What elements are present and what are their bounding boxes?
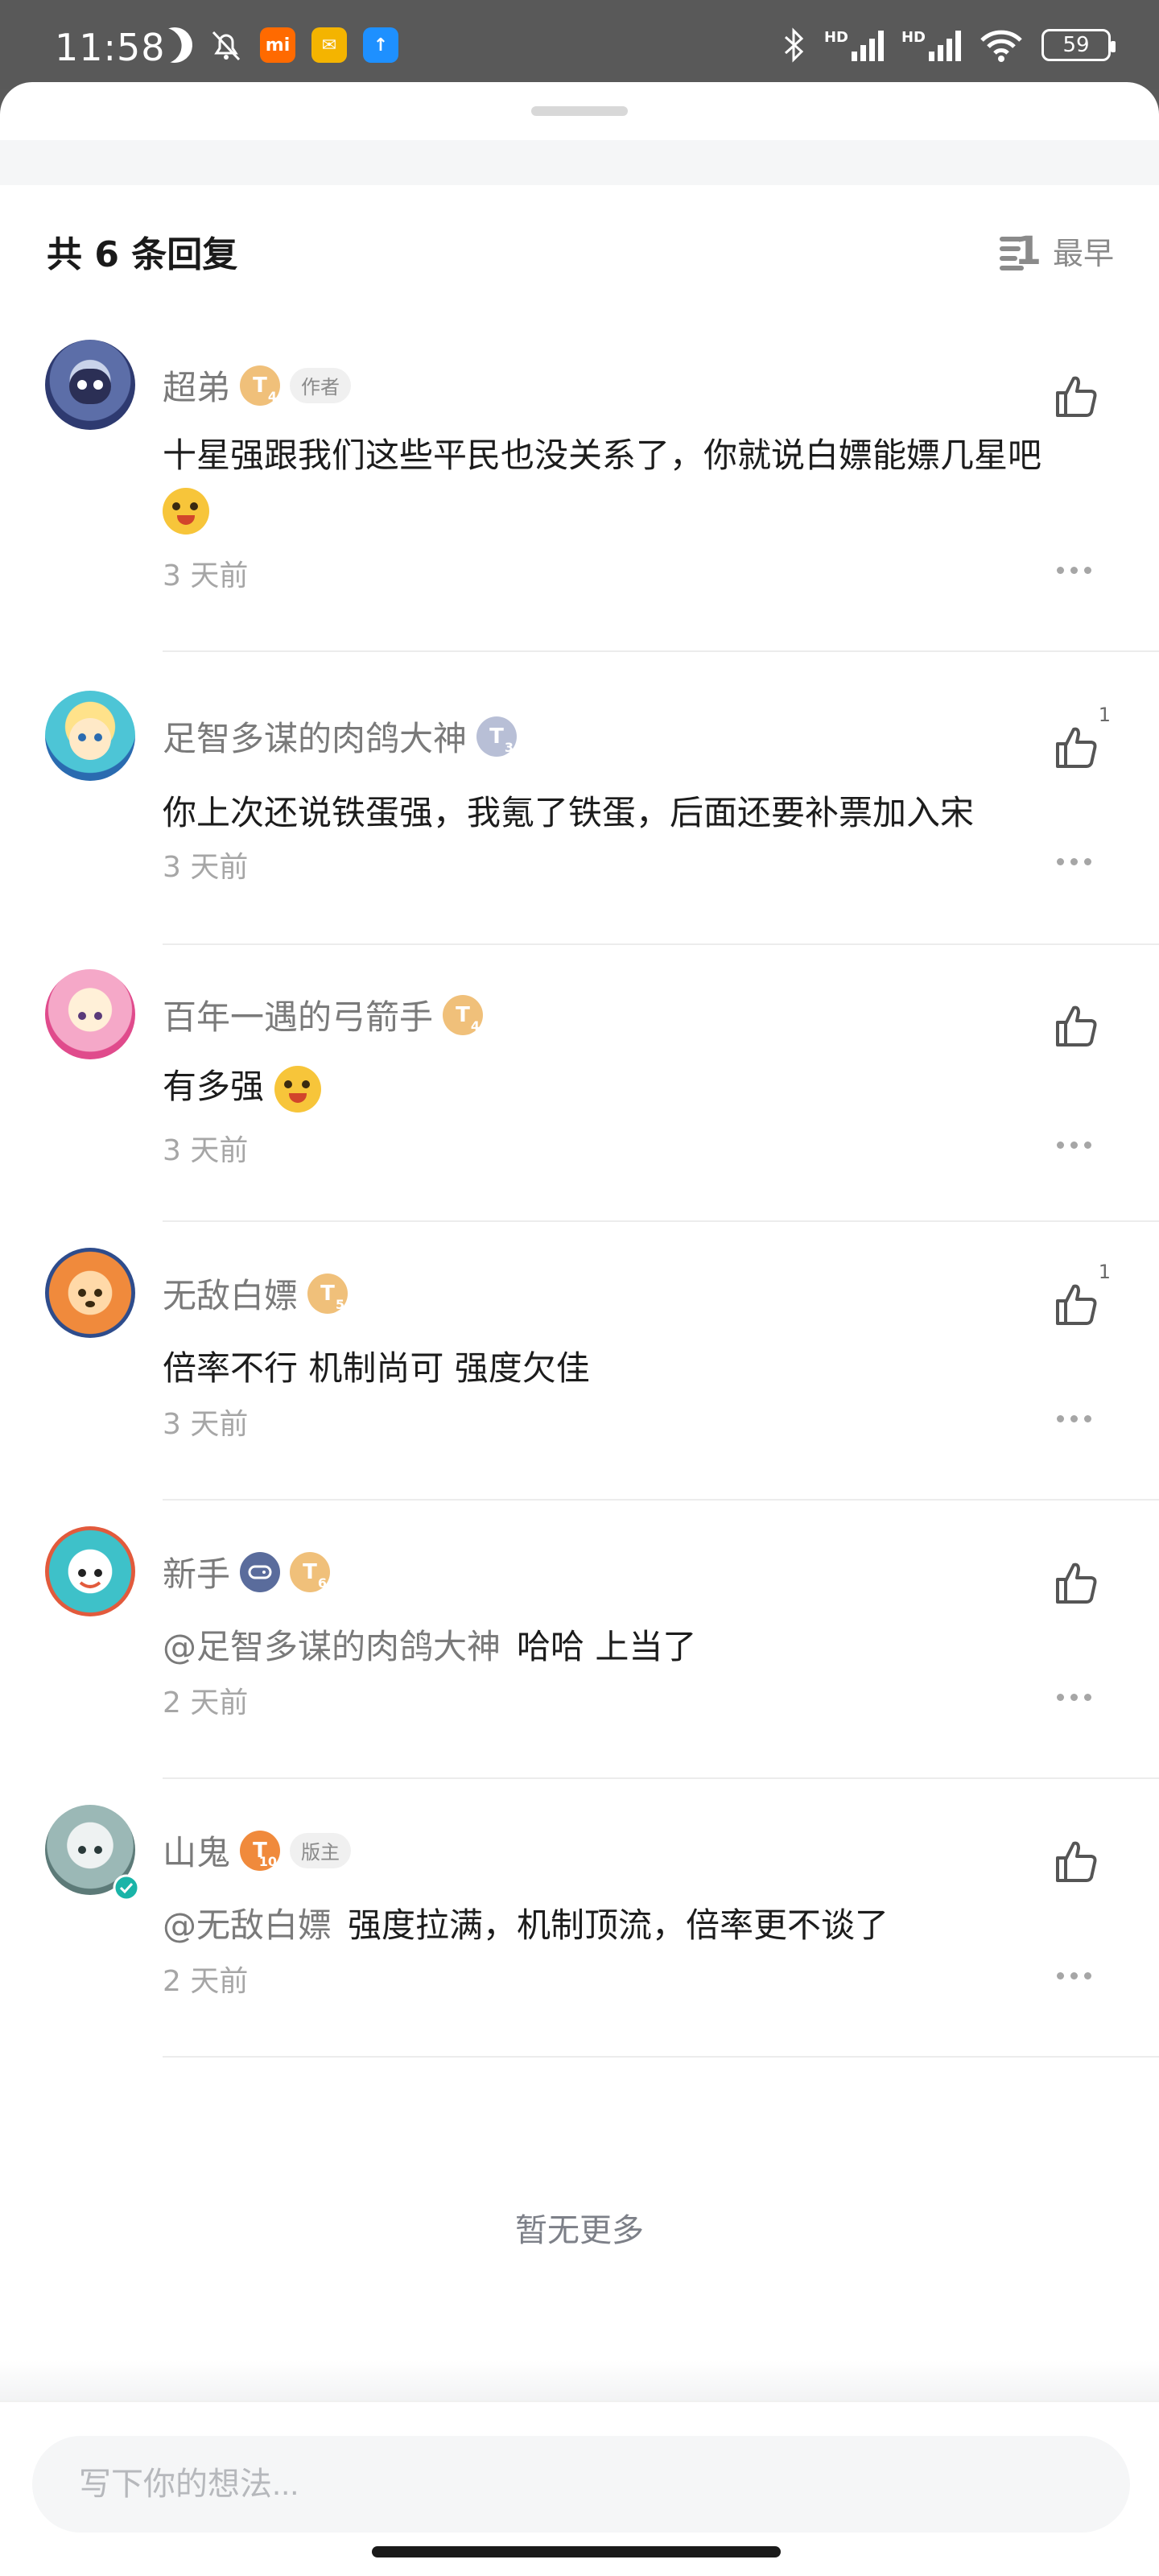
signal-2-icon: HD: [901, 29, 961, 61]
moon-icon: [151, 21, 199, 69]
avatar[interactable]: [45, 340, 135, 430]
moderator-tag: 版主: [290, 1832, 352, 1868]
comment-item: 新手 T6 @足智多谋的肉鸽大神 哈哈 上当了 2 天前: [0, 1526, 1159, 1805]
sort-label: 最早: [1052, 236, 1114, 271]
more-options-icon[interactable]: [1057, 1972, 1091, 1979]
avatar[interactable]: [45, 969, 135, 1059]
divider: [163, 1499, 1159, 1501]
username[interactable]: 新手: [163, 1547, 230, 1596]
username[interactable]: 超弟: [163, 361, 230, 410]
status-time: 11:58: [55, 26, 166, 69]
comment-text: 十星强跟我们这些平民也没关系了，你就说白嫖能嫖几星吧: [163, 436, 1042, 475]
like-icon[interactable]: [1051, 1558, 1099, 1607]
like-icon[interactable]: [1051, 1837, 1099, 1885]
divider: [163, 1220, 1159, 1222]
comment-item: 无敌白嫖 T5 1 倍率不行 机制尚可 强度欠佳 3 天前: [0, 1248, 1159, 1526]
status-icons-left: mi ✉ ↑: [157, 27, 398, 63]
signal-1-icon: HD: [824, 29, 884, 61]
comment-header: 足智多谋的肉鸽大神 T3: [163, 712, 518, 761]
gamepad-badge-icon: [240, 1551, 281, 1592]
mention-link[interactable]: @无敌白嫖: [163, 1905, 332, 1945]
divider: [163, 1777, 1159, 1779]
divider: [163, 943, 1159, 945]
comment-header: 超弟 T4 作者: [163, 361, 352, 410]
like-count: 1: [1098, 704, 1111, 726]
comment-text: @无敌白嫖 强度拉满，机制顶流，倍率更不谈了: [163, 1905, 889, 1945]
more-options-icon[interactable]: [1057, 1415, 1091, 1422]
comment-time: 3 天前: [163, 1134, 249, 1167]
no-more-label: 暂无更多: [515, 2212, 644, 2249]
upload-app-icon: ↑: [363, 27, 398, 63]
comment-time: 2 天前: [163, 1965, 249, 1998]
comment-input[interactable]: [32, 2436, 1130, 2533]
sheet-drag-handle[interactable]: [531, 106, 628, 116]
level-badge-icon: T4: [443, 994, 484, 1035]
comment-text: 有多强: [163, 1059, 322, 1113]
divider: [163, 650, 1159, 652]
username[interactable]: 足智多谋的肉鸽大神: [163, 712, 467, 761]
username[interactable]: 无敌白嫖: [163, 1269, 298, 1318]
reply-count-title: 共 6 条回复: [47, 234, 238, 275]
like-icon[interactable]: [1051, 372, 1099, 420]
mention-link[interactable]: @足智多谋的肉鸽大神: [163, 1627, 501, 1666]
mi-app-icon: mi: [260, 27, 295, 63]
more-options-icon[interactable]: [1057, 1694, 1091, 1701]
battery-icon: 59: [1041, 29, 1116, 61]
wifi-icon: [980, 30, 1022, 62]
comment-header: 新手 T6: [163, 1547, 331, 1596]
replies-header: 共 6 条回复 1 最早: [0, 217, 1159, 282]
mail-app-icon: ✉: [311, 27, 347, 63]
sheet-separator: [0, 140, 1159, 185]
comment-item: 超弟 T4 作者 十星强跟我们这些平民也没关系了，你就说白嫖能嫖几星吧 3 天前: [0, 340, 1159, 691]
author-tag: 作者: [290, 367, 352, 403]
comment-item: 足智多谋的肉鸽大神 T3 1 你上次还说铁蛋强，我氪了铁蛋，后面还要补票加入宋 …: [0, 691, 1159, 969]
status-bar: 11:58 mi ✉ ↑ HD HD 59: [0, 0, 1159, 89]
level-badge-icon: T4: [240, 365, 281, 406]
username[interactable]: 百年一遇的弓箭手: [163, 990, 433, 1039]
comment-text: @足智多谋的肉鸽大神 哈哈 上当了: [163, 1627, 697, 1666]
level-badge-icon: T 10: [240, 1830, 281, 1871]
like-icon[interactable]: [1051, 1280, 1099, 1328]
more-options-icon[interactable]: [1057, 567, 1091, 574]
like-icon[interactable]: [1051, 723, 1099, 771]
sort-order-icon: 1: [999, 232, 1041, 270]
home-indicator[interactable]: [372, 2546, 781, 2557]
comment-header: 山鬼 T 10 版主: [163, 1826, 352, 1875]
more-options-icon[interactable]: [1057, 858, 1091, 865]
reply-sheet: 共 6 条回复 1 最早 超弟 T4 作者 十星强跟我们这些平民也没关系了，你就…: [0, 82, 1159, 2576]
comment-item: 百年一遇的弓箭手 T4 有多强 3 天前: [0, 969, 1159, 1248]
comment-text: 倍率不行 机制尚可 强度欠佳: [163, 1348, 590, 1388]
drooling-emoji-icon: [274, 1065, 322, 1113]
comment-item: 山鬼 T 10 版主 @无敌白嫖 强度拉满，机制顶流，倍率更不谈了 2 天前: [0, 1805, 1159, 2083]
bottom-fade: [0, 2360, 1159, 2401]
comment-header: 无敌白嫖 T5: [163, 1269, 349, 1318]
comment-time: 3 天前: [163, 1408, 249, 1441]
username[interactable]: 山鬼: [163, 1826, 230, 1875]
avatar[interactable]: [45, 1248, 135, 1338]
avatar[interactable]: [45, 1526, 135, 1616]
comment-time: 2 天前: [163, 1686, 249, 1719]
laughing-emoji-icon: [163, 488, 209, 535]
avatar[interactable]: [45, 691, 135, 781]
comment-time: 3 天前: [163, 559, 249, 592]
bluetooth-icon: [784, 27, 804, 63]
sort-button[interactable]: 1 最早: [999, 229, 1114, 273]
like-icon[interactable]: [1051, 1001, 1099, 1050]
comment-time: 3 天前: [163, 851, 249, 884]
like-count: 1: [1098, 1261, 1111, 1283]
comment-text: 你上次还说铁蛋强，我氪了铁蛋，后面还要补票加入宋: [163, 793, 975, 832]
level-badge-icon: T6: [290, 1551, 331, 1592]
comment-header: 百年一遇的弓箭手 T4: [163, 990, 484, 1039]
level-badge-icon: T3: [476, 716, 518, 757]
verified-check-icon: [113, 1874, 140, 1901]
divider: [163, 2056, 1159, 2058]
bell-off-icon: [212, 31, 241, 61]
battery-level: 59: [1062, 33, 1090, 57]
level-badge-icon: T5: [307, 1273, 349, 1314]
status-icons-right: HD HD 59: [782, 27, 1116, 63]
more-options-icon[interactable]: [1057, 1141, 1091, 1149]
